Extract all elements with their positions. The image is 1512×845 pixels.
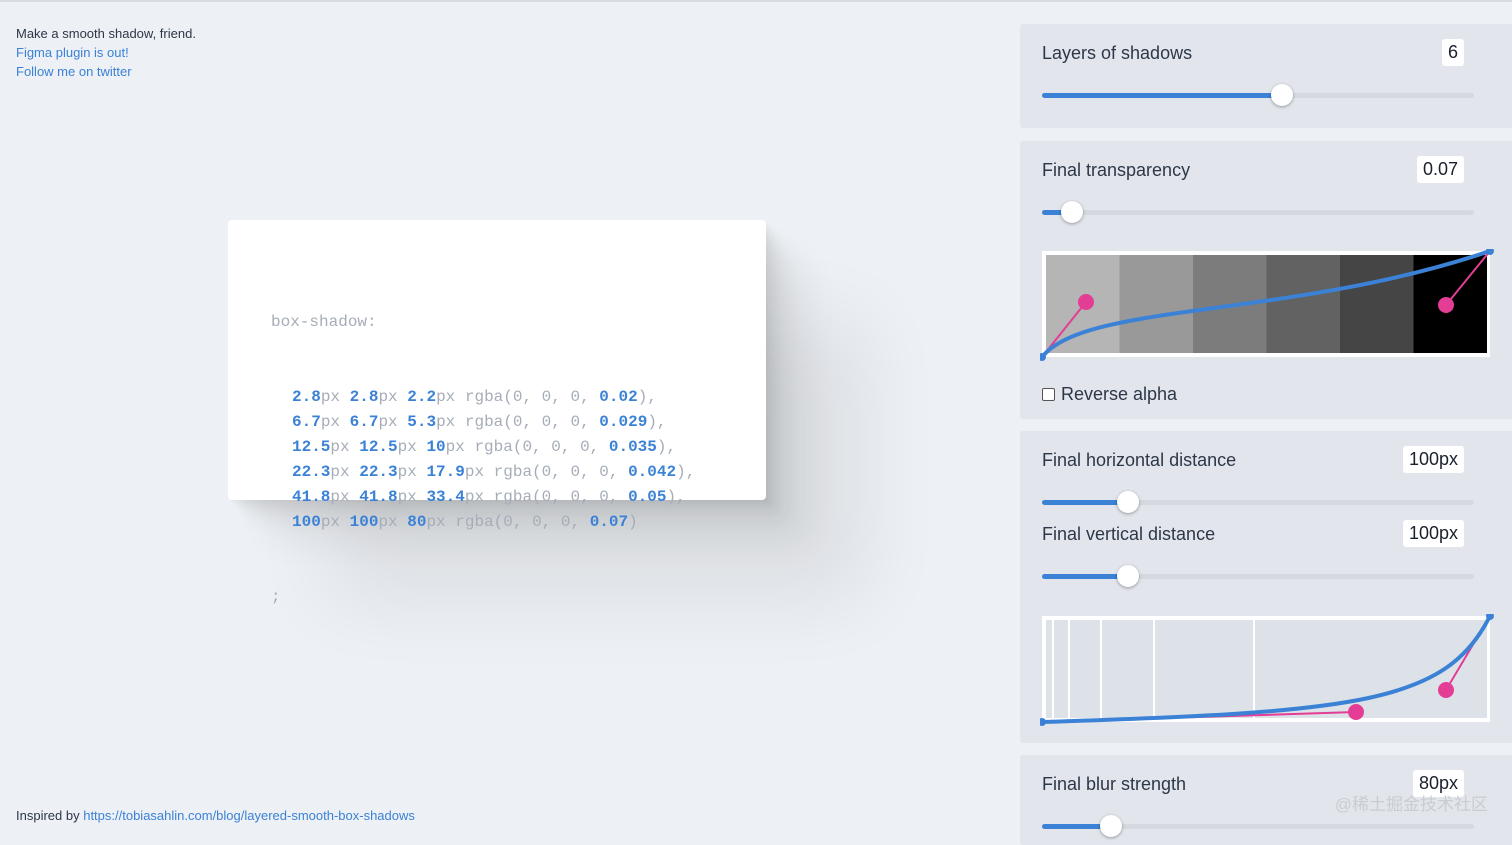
vertical-value[interactable]: 100px xyxy=(1402,520,1464,547)
distance-step xyxy=(1102,620,1153,718)
bezier-handle[interactable] xyxy=(1078,294,1094,310)
distance-panel: Final horizontal distance 100px Final ve… xyxy=(1020,431,1512,743)
checkbox-box[interactable] xyxy=(1042,388,1055,401)
transparency-slider[interactable] xyxy=(1042,201,1474,223)
alpha-step xyxy=(1340,255,1414,353)
horizontal-value[interactable]: 100px xyxy=(1402,446,1464,473)
distance-step xyxy=(1046,620,1052,718)
blur-label: Final blur strength xyxy=(1042,774,1187,794)
inspiration-link[interactable]: https://tobiasahlin.com/blog/layered-smo… xyxy=(83,808,415,823)
code-shadow-line: 41.8px 41.8px 33.4px rgba(0, 0, 0, 0.05)… xyxy=(292,488,686,506)
preview-card: box-shadow: 2.8px 2.8px 2.2px rgba(0, 0,… xyxy=(228,220,766,606)
code-shadow-line: 6.7px 6.7px 5.3px rgba(0, 0, 0, 0.029), xyxy=(292,413,667,431)
distance-curve-graph[interactable] xyxy=(1040,614,1500,730)
code-property: box-shadow: xyxy=(271,313,377,331)
alpha-step xyxy=(1266,255,1340,353)
layers-slider[interactable] xyxy=(1042,84,1474,106)
transparency-panel: Final transparency 0.07 Reverse alpha xyxy=(1020,141,1512,419)
bezier-handle[interactable] xyxy=(1438,682,1454,698)
footer: Inspired by https://tobiasahlin.com/blog… xyxy=(16,808,415,823)
transparency-slider-thumb[interactable] xyxy=(1061,201,1084,223)
vertical-slider[interactable] xyxy=(1042,565,1474,587)
code-terminator: ; xyxy=(271,588,281,606)
watermark: @稀土掘金技术社区 xyxy=(1334,795,1488,814)
vertical-slider-thumb[interactable] xyxy=(1117,565,1140,587)
top-border xyxy=(0,0,1512,2)
intro: Make a smooth shadow, friend. Figma plug… xyxy=(16,24,196,81)
tagline: Make a smooth shadow, friend. xyxy=(16,26,196,41)
figma-plugin-link[interactable]: Figma plugin is out! xyxy=(16,43,196,62)
layers-label: Layers of shadows xyxy=(1042,43,1193,63)
distance-step xyxy=(1155,620,1253,718)
vertical-label: Final vertical distance xyxy=(1042,524,1216,544)
distance-step xyxy=(1054,620,1068,718)
bezier-handle[interactable] xyxy=(1438,297,1454,313)
transparency-label: Final transparency xyxy=(1042,160,1191,180)
css-code[interactable]: box-shadow: 2.8px 2.8px 2.2px rgba(0, 0,… xyxy=(271,260,695,660)
distance-step xyxy=(1255,620,1487,718)
twitter-link[interactable]: Follow me on twitter xyxy=(16,62,196,81)
horizontal-slider-thumb[interactable] xyxy=(1117,491,1140,513)
bezier-handle[interactable] xyxy=(1348,704,1364,720)
code-shadow-line: 2.8px 2.8px 2.2px rgba(0, 0, 0, 0.02), xyxy=(292,388,657,406)
layers-panel: Layers of shadows 6 xyxy=(1020,24,1512,128)
horizontal-label: Final horizontal distance xyxy=(1042,450,1237,470)
footer-prefix: Inspired by xyxy=(16,808,80,823)
alpha-curve-graph[interactable] xyxy=(1040,249,1500,369)
code-shadow-line: 12.5px 12.5px 10px rgba(0, 0, 0, 0.035), xyxy=(292,438,677,456)
blur-slider[interactable] xyxy=(1042,815,1474,837)
blur-slider-thumb[interactable] xyxy=(1100,815,1123,837)
horizontal-slider[interactable] xyxy=(1042,491,1474,513)
reverse-alpha-label: Reverse alpha xyxy=(1061,384,1178,404)
code-shadow-line: 100px 100px 80px rgba(0, 0, 0, 0.07) xyxy=(292,513,638,531)
layers-value[interactable]: 6 xyxy=(1441,39,1464,66)
reverse-alpha-checkbox[interactable]: Reverse alpha xyxy=(1042,384,1177,405)
layers-slider-thumb[interactable] xyxy=(1271,84,1294,106)
transparency-value[interactable]: 0.07 xyxy=(1416,156,1464,183)
distance-step xyxy=(1070,620,1100,718)
alpha-step xyxy=(1119,255,1193,353)
code-shadow-line: 22.3px 22.3px 17.9px rgba(0, 0, 0, 0.042… xyxy=(292,463,696,481)
